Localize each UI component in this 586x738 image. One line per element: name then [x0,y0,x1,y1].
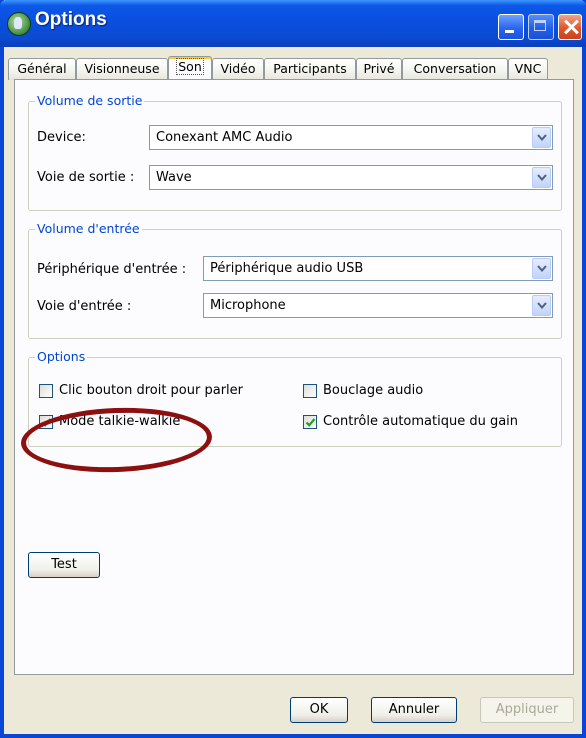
tab-vnc[interactable]: VNC [508,58,548,80]
output-volume-group: Volume de sortie Device: Conexant AMC Au… [28,93,562,211]
globe-icon [7,12,31,36]
input-device-select[interactable]: Périphérique audio USB [203,256,553,281]
test-button[interactable]: Test [28,552,100,578]
audio-loopback-label[interactable]: Bouclage audio [323,383,423,399]
tab-label: Privé [363,61,395,76]
tab-general[interactable]: Général [8,58,76,80]
tab-video[interactable]: Vidéo [212,58,264,80]
auto-gain-control-checkbox[interactable] [303,415,317,429]
tab-label: Participants [273,61,347,76]
tab-label: Général [17,61,67,76]
tab-label: Son [176,58,204,75]
chevron-down-icon[interactable] [532,127,551,148]
sound-tab-panel: Volume de sortie Device: Conexant AMC Au… [14,79,574,675]
output-device-label: Device: [37,130,86,145]
input-channel-label: Voie d'entrée : [37,299,132,314]
options-title: Options [35,349,88,365]
ok-button[interactable]: OK [290,697,348,723]
tab-viewer[interactable]: Visionneuse [76,58,168,80]
title-bar[interactable]: Options [0,0,586,47]
cancel-button[interactable]: Annuler [371,697,457,723]
tab-label: Vidéo [220,61,256,76]
chevron-down-icon[interactable] [532,167,551,188]
input-device-label: Périphérique d'entrée : [37,262,187,277]
input-volume-group: Volume d'entrée Périphérique d'entrée : … [28,221,562,339]
tab-label: VNC [514,61,542,76]
input-channel-select[interactable]: Microphone [203,293,553,318]
tab-label: Visionneuse [84,61,160,76]
maximize-button[interactable] [528,14,554,40]
walkie-talkie-mode-checkbox[interactable] [39,415,53,429]
minimize-button[interactable] [498,14,524,40]
close-button[interactable] [558,14,582,40]
tab-participants[interactable]: Participants [264,58,356,80]
input-volume-title: Volume d'entrée [35,221,142,237]
tab-label: Conversation [413,61,497,76]
output-channel-value: Wave [156,170,192,185]
auto-gain-control-label[interactable]: Contrôle automatique du gain [323,414,518,430]
checkmark-icon [305,418,316,427]
output-device-value: Conexant AMC Audio [156,130,293,145]
input-device-value: Périphérique audio USB [210,261,364,276]
right-click-to-talk-checkbox[interactable] [39,384,53,398]
window-title: Options [35,9,107,30]
apply-button[interactable]: Appliquer [480,697,574,723]
walkie-talkie-mode-label[interactable]: Mode talkie-walkie [59,414,180,430]
right-click-to-talk-label[interactable]: Clic bouton droit pour parler [59,383,243,399]
output-volume-title: Volume de sortie [35,93,145,109]
tab-private[interactable]: Privé [356,58,402,80]
tab-conversation[interactable]: Conversation [402,58,508,80]
output-channel-select[interactable]: Wave [149,165,553,190]
options-group: Options Clic bouton droit pour parler Bo… [28,349,562,447]
chevron-down-icon[interactable] [532,258,551,279]
output-device-select[interactable]: Conexant AMC Audio [149,125,553,150]
options-dialog: Options Général Visionneuse Son Vidéo Pa… [0,0,586,738]
chevron-down-icon[interactable] [532,295,551,316]
checkmark-icon [41,418,52,427]
audio-loopback-checkbox[interactable] [303,384,317,398]
output-channel-label: Voie de sortie : [37,170,135,185]
input-channel-value: Microphone [210,298,286,313]
